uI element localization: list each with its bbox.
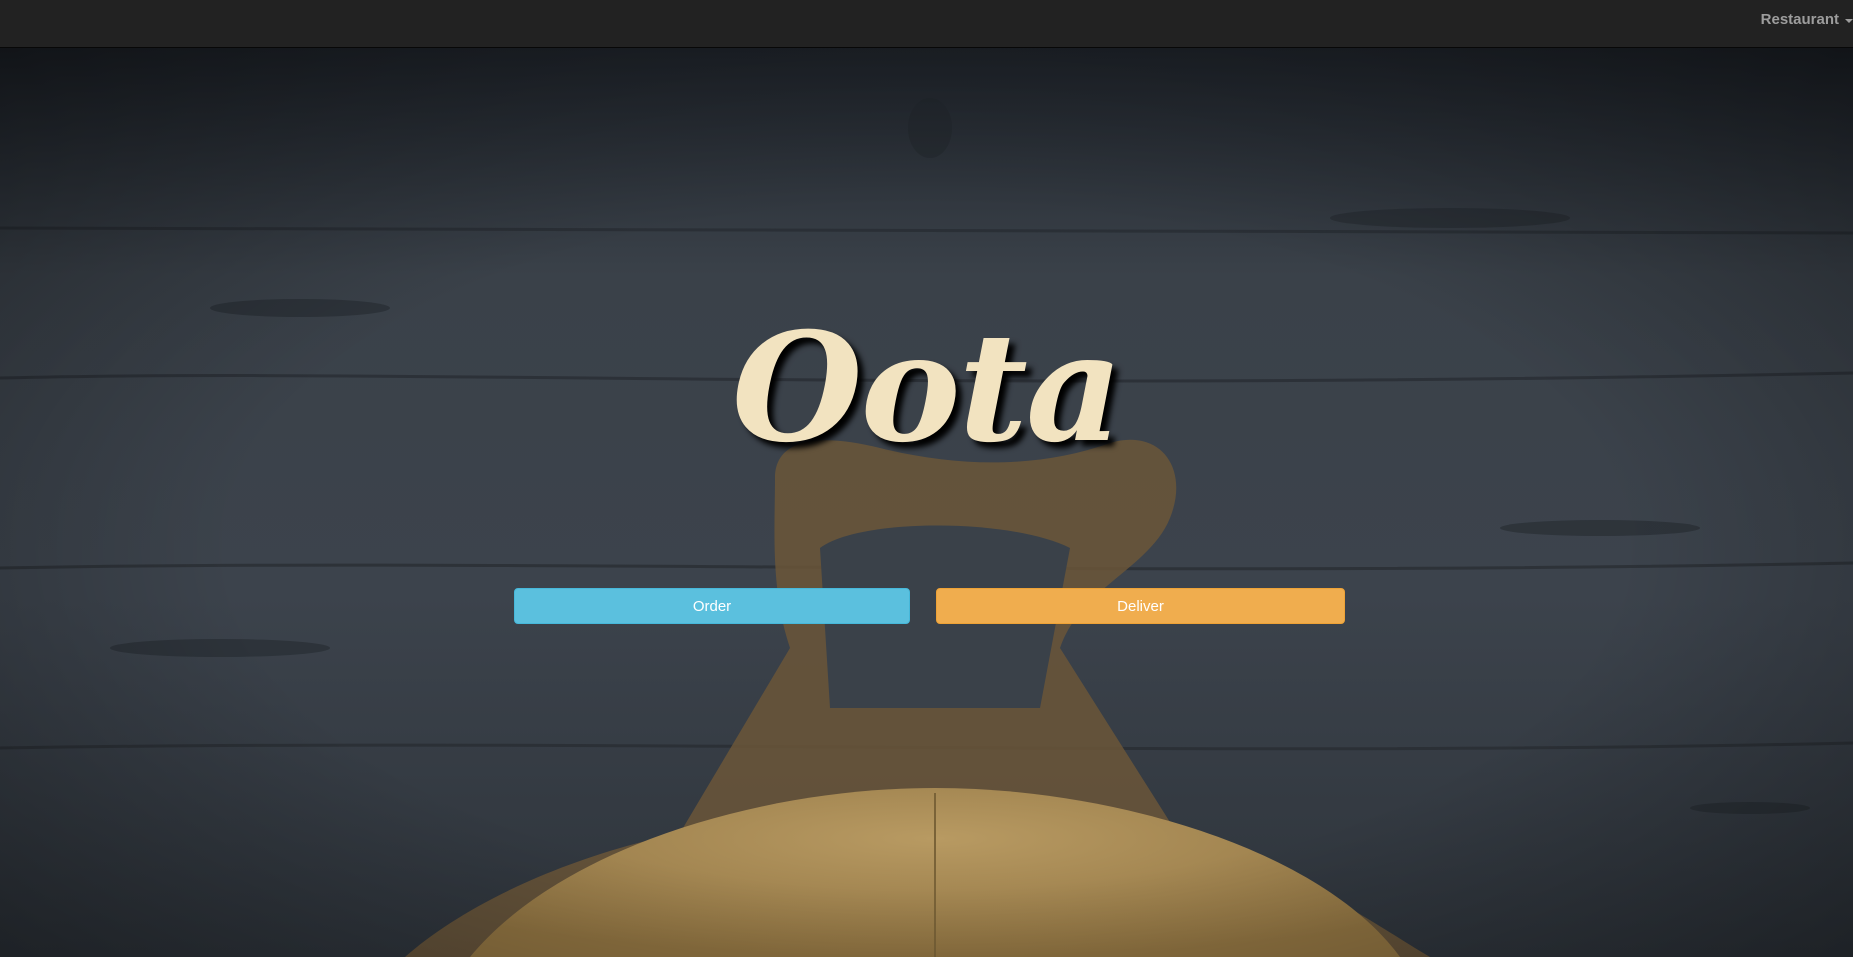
restaurant-dropdown[interactable]: Restaurant	[1761, 0, 1853, 40]
deliver-button[interactable]: Deliver	[936, 588, 1345, 624]
order-button[interactable]: Order	[514, 588, 910, 624]
hero-background-image	[0, 48, 1853, 957]
restaurant-dropdown-label: Restaurant	[1760, 11, 1839, 28]
caret-down-icon	[1845, 19, 1853, 23]
brand-logo-title: Oota	[731, 300, 1123, 476]
hero-section: Oota Order Deliver	[0, 48, 1853, 957]
top-navbar: Restaurant	[0, 0, 1853, 48]
